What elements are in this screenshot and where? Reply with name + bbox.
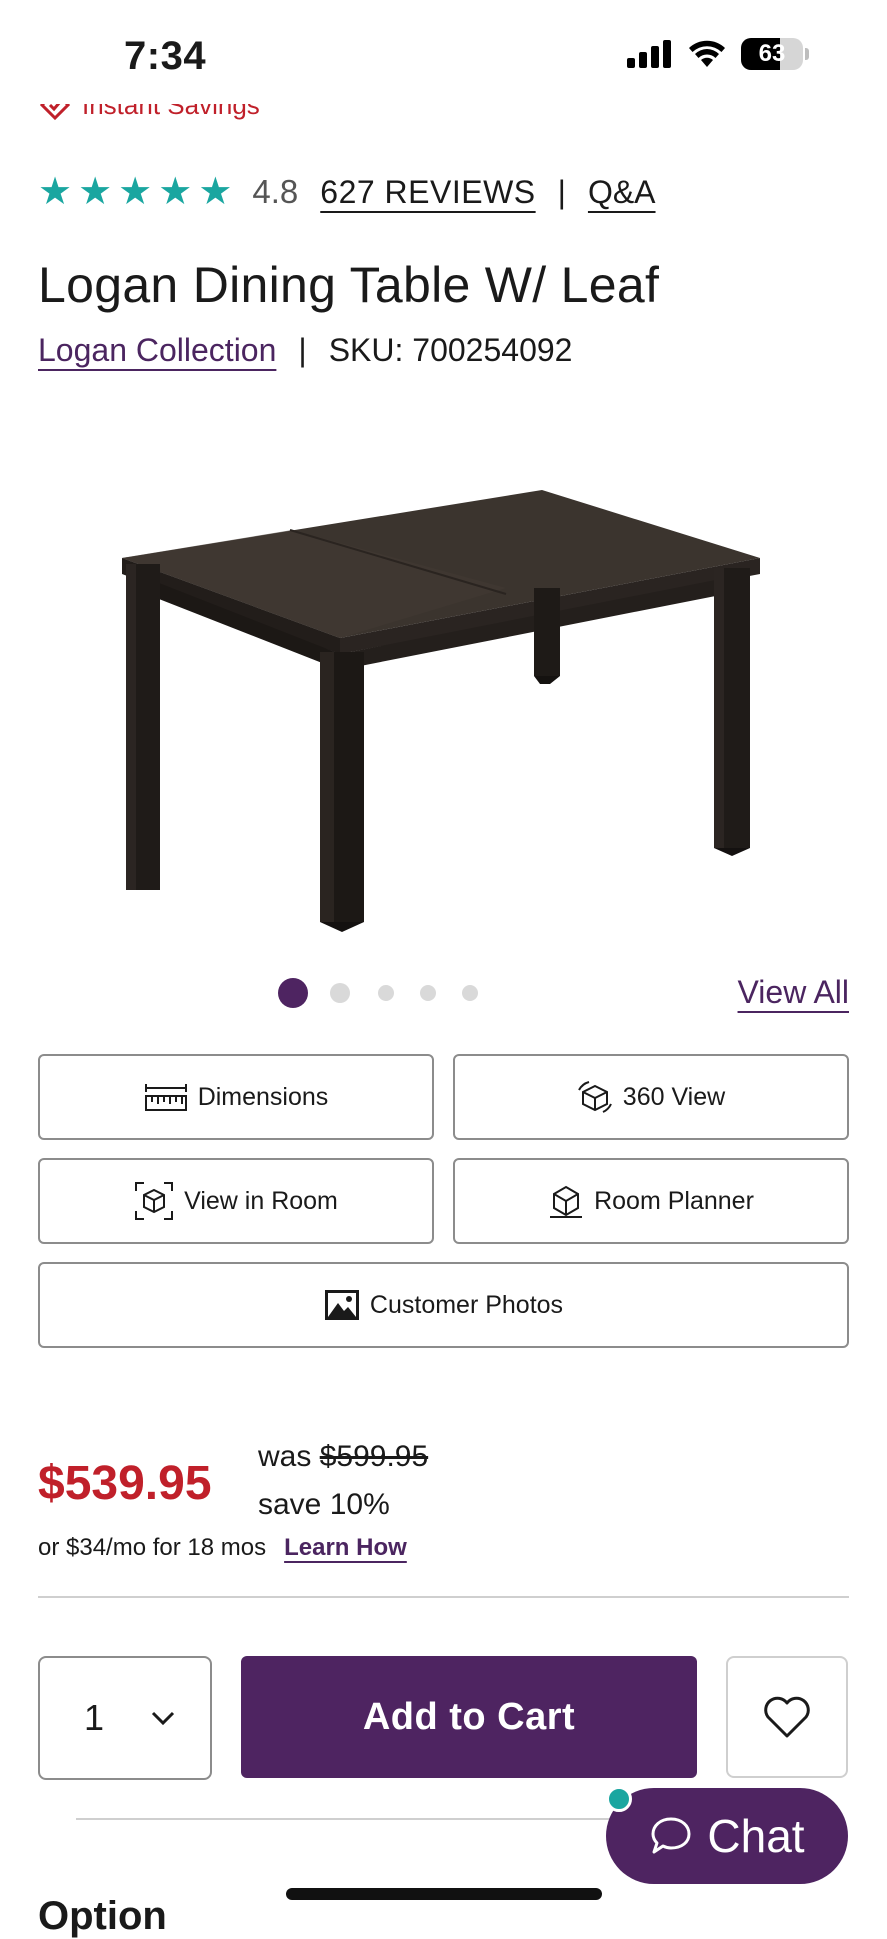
- current-price: $539.95: [38, 1457, 212, 1510]
- photo-icon: [324, 1290, 359, 1320]
- tag-icon: [39, 104, 71, 121]
- dimensions-button[interactable]: Dimensions: [38, 1054, 434, 1140]
- star-icon: ★: [198, 171, 233, 213]
- dimensions-label: Dimensions: [197, 1082, 329, 1111]
- chat-label: Chat: [707, 1810, 805, 1862]
- divider: [38, 1596, 849, 1598]
- 360-view-label: 360 View: [622, 1082, 726, 1111]
- ruler-icon: [144, 1084, 187, 1111]
- room-planner-icon: [550, 1185, 583, 1218]
- sku-text: SKU: 700254092: [328, 332, 573, 368]
- finance-text: or $34/mo for 18 mos: [38, 1534, 267, 1561]
- product-image[interactable]: [110, 470, 770, 940]
- battery-icon: 63: [741, 38, 803, 70]
- add-to-cart-button[interactable]: Add to Cart: [241, 1656, 697, 1778]
- product-title: Logan Dining Table W/ Leaf: [38, 257, 660, 313]
- star-icon: ★: [78, 171, 113, 213]
- option-heading: Option: [38, 1894, 167, 1938]
- quantity-value: 1: [84, 1697, 105, 1738]
- ar-cube-icon: [135, 1182, 174, 1220]
- rotate-cube-icon: [577, 1081, 612, 1113]
- collection-link[interactable]: Logan Collection: [38, 332, 276, 369]
- room-planner-label: Room Planner: [594, 1186, 754, 1215]
- qa-link[interactable]: Q&A: [588, 174, 656, 211]
- heart-icon: [764, 1696, 810, 1738]
- carousel-dot[interactable]: [462, 985, 478, 1001]
- home-indicator: [286, 1888, 602, 1900]
- learn-how-link[interactable]: Learn How: [284, 1534, 407, 1562]
- star-icon: ★: [158, 171, 193, 213]
- rating-stars: ★ ★ ★ ★ ★: [38, 173, 232, 211]
- finance-line: or $34/mo for 18 mos Learn How: [38, 1534, 407, 1562]
- star-icon: ★: [118, 171, 153, 213]
- signal-icon: [627, 40, 671, 68]
- customer-photos-label: Customer Photos: [369, 1290, 564, 1319]
- quantity-select[interactable]: 1: [38, 1656, 212, 1780]
- 360-view-button[interactable]: 360 View: [453, 1054, 849, 1140]
- star-icon: ★: [38, 171, 73, 213]
- rating-separator: |: [557, 173, 566, 210]
- was-price: $599.95: [319, 1440, 429, 1473]
- collection-separator: |: [298, 332, 307, 368]
- customer-photos-button[interactable]: Customer Photos: [38, 1262, 849, 1348]
- instant-savings-label: Instant Savings: [82, 104, 260, 120]
- view-in-room-label: View in Room: [184, 1186, 338, 1215]
- was-price-line: was $599.95: [258, 1440, 428, 1474]
- chat-status-dot: [606, 1786, 632, 1812]
- battery-percent: 63: [758, 40, 786, 67]
- was-prefix: was: [258, 1440, 312, 1473]
- chat-button[interactable]: Chat: [606, 1788, 848, 1884]
- carousel-dots[interactable]: [278, 978, 478, 1008]
- view-all-link[interactable]: View All: [738, 974, 849, 1011]
- instant-savings[interactable]: Instant Savings: [38, 104, 260, 136]
- reviews-link[interactable]: 627 REVIEWS: [320, 174, 535, 211]
- carousel-dot[interactable]: [420, 985, 436, 1001]
- rating-value: 4.8: [252, 173, 299, 210]
- chevron-down-icon: [151, 1711, 175, 1726]
- save-percent: save 10%: [258, 1488, 390, 1521]
- carousel-dot[interactable]: [330, 983, 350, 1003]
- room-planner-button[interactable]: Room Planner: [453, 1158, 849, 1244]
- chat-bubble-icon: [651, 1817, 691, 1854]
- status-time: 7:34: [124, 34, 207, 78]
- status-icons: 63: [627, 38, 809, 70]
- wifi-icon: [689, 40, 725, 67]
- rating-row: ★ ★ ★ ★ ★ 4.8 627 REVIEWS | Q&A: [38, 168, 656, 216]
- collection-row: Logan Collection | SKU: 700254092: [38, 332, 572, 369]
- view-in-room-button[interactable]: View in Room: [38, 1158, 434, 1244]
- carousel-dot[interactable]: [378, 985, 394, 1001]
- carousel-dot[interactable]: [278, 978, 308, 1008]
- wishlist-button[interactable]: [726, 1656, 848, 1778]
